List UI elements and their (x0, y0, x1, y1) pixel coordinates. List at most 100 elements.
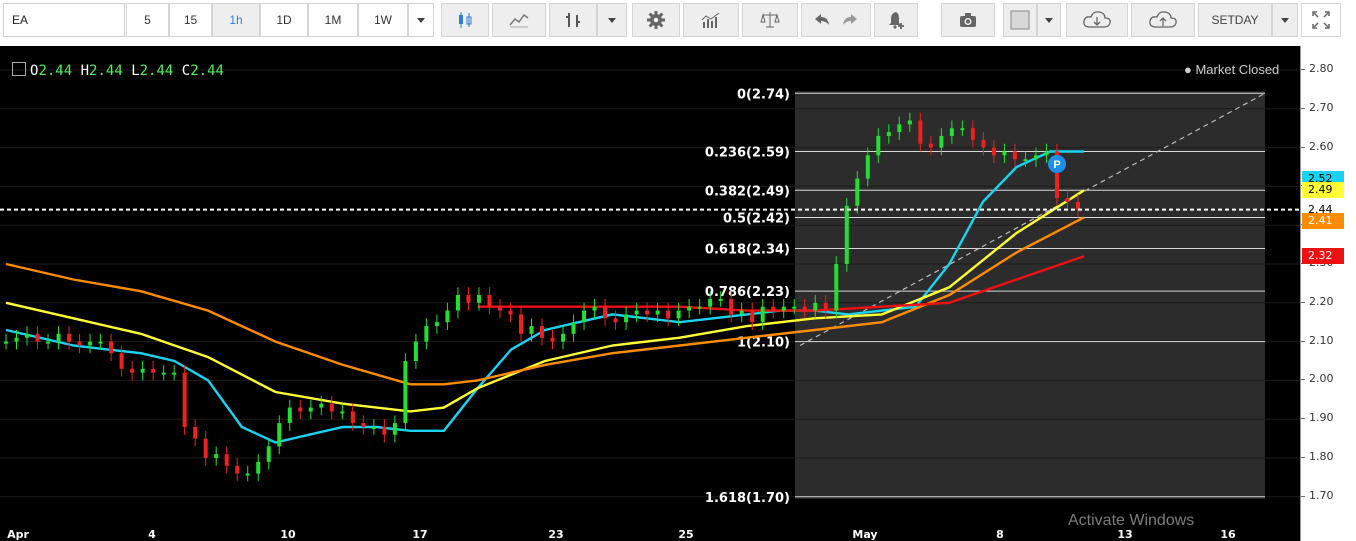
fullscreen-button[interactable] (1301, 3, 1341, 37)
add-alert-button[interactable] (874, 3, 918, 37)
color-box-button[interactable] (1003, 3, 1037, 37)
indicators-button[interactable] (683, 3, 739, 37)
color-dropdown[interactable] (1037, 3, 1061, 37)
interval-label: 1D (276, 13, 292, 27)
candle-body (1065, 198, 1070, 202)
camera-icon (960, 13, 976, 27)
ohlc-close: 2.44 (190, 63, 224, 79)
setday-dropdown[interactable] (1272, 3, 1298, 37)
interval-1w[interactable]: 1W (358, 3, 408, 37)
price-tag: 2.41 (1302, 213, 1344, 230)
candle-body (476, 295, 481, 303)
setday-label: SETDAY (1211, 13, 1259, 27)
compare-scale-icon (760, 12, 780, 28)
candle-body (802, 306, 807, 311)
candle-body (508, 310, 513, 315)
candle-body (760, 306, 765, 323)
candle-body (224, 454, 229, 466)
indicators-icon (701, 12, 720, 28)
candle-body (172, 372, 177, 375)
interval-15[interactable]: 15 (169, 3, 212, 37)
candle-body (382, 426, 387, 435)
candle-body (487, 295, 492, 307)
cloud-upload-icon (1149, 11, 1177, 28)
y-axis-tick-label: 2.70 (1301, 100, 1334, 114)
candle-body (98, 341, 103, 344)
candle-body (4, 341, 8, 344)
candle-body (35, 333, 40, 342)
load-chart-button[interactable] (1066, 3, 1128, 37)
candle-body (865, 155, 870, 179)
fullscreen-icon (1312, 11, 1330, 29)
toolbar: EA 5 15 1h 1D 1M 1W SETDAY (0, 0, 1356, 44)
compare-button[interactable] (742, 3, 798, 37)
interval-1h[interactable]: 1h (212, 3, 260, 37)
fib-level-label: 0.5(2.42) (723, 211, 790, 226)
crosshair-icon (12, 62, 26, 76)
line-chart-button[interactable] (492, 3, 546, 37)
price-axis[interactable]: 2.802.702.602.502.402.302.202.102.001.90… (1300, 46, 1356, 541)
candlestick-button[interactable] (441, 3, 489, 37)
candle-body (718, 298, 723, 301)
interval-1m[interactable]: 1M (308, 3, 358, 37)
chart-type-dropdown[interactable] (597, 3, 627, 37)
candle-body (130, 368, 135, 373)
candle-body (403, 361, 408, 424)
candle-body (739, 310, 744, 315)
redo-icon[interactable] (840, 10, 860, 30)
x-axis-tick-label: 8 (996, 528, 1004, 541)
candle-body (844, 205, 849, 264)
candle-body (1044, 151, 1049, 156)
candle-body (792, 306, 797, 309)
settings-button[interactable] (632, 3, 680, 37)
candle-body (645, 310, 650, 315)
candle-body (991, 147, 996, 156)
snapshot-button[interactable] (941, 3, 995, 37)
y-axis-tick-label: 1.90 (1301, 411, 1334, 425)
y-axis-tick-label: 2.60 (1301, 139, 1334, 153)
candlestick-icon (459, 12, 472, 28)
interval-5[interactable]: 5 (126, 3, 169, 37)
interval-1d[interactable]: 1D (260, 3, 308, 37)
candle-body (540, 326, 544, 338)
ohlc-l-label: L (131, 63, 140, 79)
ohlc-readout: O2.44 H2.44 L2.44 C2.44 (12, 62, 224, 79)
candle-body (151, 368, 156, 373)
interval-dropdown[interactable] (408, 3, 434, 37)
fib-level-label: 0.618(2.34) (705, 242, 790, 257)
symbol-input[interactable]: EA (3, 3, 125, 37)
candle-body (88, 341, 93, 346)
p-marker[interactable]: P (1048, 155, 1066, 173)
save-chart-button[interactable] (1131, 3, 1195, 37)
candle-body (424, 326, 429, 342)
candle-body (497, 306, 502, 311)
candle-body (56, 333, 61, 342)
candle-body (77, 341, 82, 346)
candle-body (413, 341, 418, 361)
candle-body (781, 306, 786, 311)
candle-body (1033, 155, 1038, 160)
svg-text:P: P (1053, 159, 1060, 171)
candle-body (603, 306, 608, 319)
candle-body (319, 403, 324, 408)
candle-body (46, 341, 51, 344)
candle-body (928, 143, 933, 148)
setday-button[interactable]: SETDAY (1198, 3, 1272, 37)
candle-body (1012, 151, 1017, 160)
candle-body (834, 264, 839, 311)
candle-body (203, 438, 208, 458)
bar-chart-button[interactable] (549, 3, 597, 37)
x-axis-tick-label: May (852, 528, 877, 541)
price-chart[interactable]: 0(2.74) 0.236(2.59) 0.382(2.49) 0.5(2.42) 0.… (0, 46, 1300, 541)
undo-icon[interactable] (812, 10, 832, 30)
candle-body (361, 423, 366, 427)
candle-body (708, 298, 713, 307)
candle-body (161, 372, 166, 375)
y-axis-tick-label: 1.70 (1301, 488, 1334, 502)
candle-body (949, 128, 954, 136)
dropdown-icon (608, 18, 616, 23)
candle-body (182, 372, 187, 427)
candle-body (350, 411, 355, 424)
y-axis-tick-label: 2.20 (1301, 294, 1334, 308)
candle-body (582, 310, 587, 323)
